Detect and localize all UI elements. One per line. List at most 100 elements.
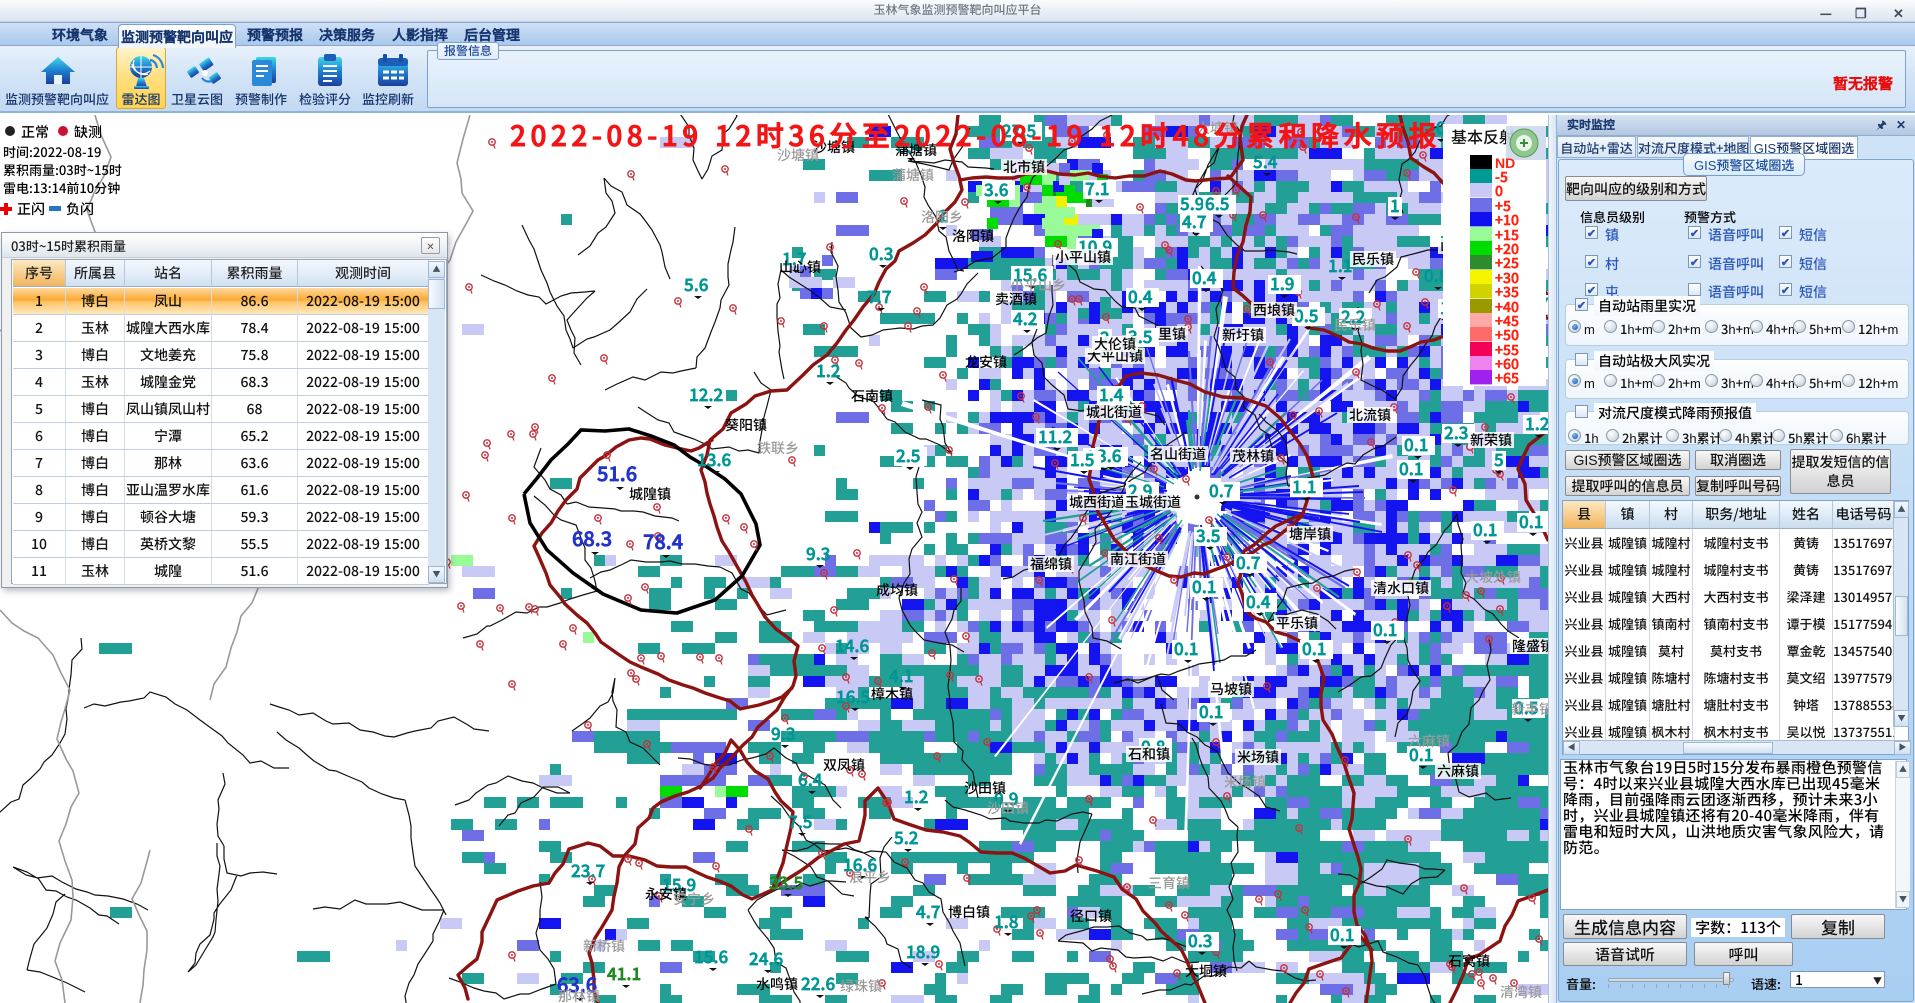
svg-text:浪平乡: 浪平乡 <box>849 867 891 887</box>
svg-text:时间:2022-08-19: 时间:2022-08-19 <box>3 142 101 161</box>
svg-text:米场镇: 米场镇 <box>1224 772 1266 792</box>
svg-text:9.3: 9.3 <box>806 540 831 565</box>
svg-text:新圩镇: 新圩镇 <box>1222 325 1264 345</box>
svg-text:0.1: 0.1 <box>1473 516 1497 541</box>
svg-text:沙田镇: 沙田镇 <box>987 798 1029 818</box>
svg-text:9.3: 9.3 <box>771 720 796 745</box>
svg-text:16.5: 16.5 <box>836 683 870 708</box>
svg-text:1.1: 1.1 <box>1292 473 1316 498</box>
svg-text:樟木镇: 樟木镇 <box>871 684 913 704</box>
svg-text:新桥镇: 新桥镇 <box>583 936 625 956</box>
svg-text:13.6: 13.6 <box>697 446 731 471</box>
svg-text:0.1: 0.1 <box>1199 698 1223 723</box>
svg-text:0.1: 0.1 <box>1373 616 1397 641</box>
svg-text:六麻镇: 六麻镇 <box>1408 731 1450 751</box>
svg-text:小平山镇: 小平山镇 <box>1055 247 1111 267</box>
svg-text:1.9: 1.9 <box>1270 270 1295 295</box>
svg-text:12.2: 12.2 <box>689 381 723 406</box>
svg-text:0.4: 0.4 <box>1128 283 1153 308</box>
svg-text:六麻镇: 六麻镇 <box>1437 761 1479 781</box>
svg-text:累积雨量:03时~15时: 累积雨量:03时~15时 <box>3 160 122 179</box>
svg-text:沙田镇: 沙田镇 <box>964 778 1006 798</box>
svg-text:大垌镇: 大垌镇 <box>1185 961 1227 981</box>
svg-text:博白镇: 博白镇 <box>948 902 990 922</box>
svg-text:成均镇: 成均镇 <box>876 580 918 600</box>
svg-text:大伦镇: 大伦镇 <box>1094 334 1136 354</box>
svg-text:4.7: 4.7 <box>1182 208 1207 233</box>
svg-text:68.3: 68.3 <box>572 523 612 552</box>
svg-text:径口镇: 径口镇 <box>1070 906 1112 926</box>
svg-text:隆盛镇: 隆盛镇 <box>1512 636 1548 656</box>
svg-text:0.4: 0.4 <box>1246 588 1271 613</box>
svg-text:福绵镇: 福绵镇 <box>1030 554 1072 574</box>
svg-text:西埌镇: 西埌镇 <box>1253 300 1295 320</box>
svg-text:塘岸镇: 塘岸镇 <box>1289 524 1331 544</box>
svg-text:15.6: 15.6 <box>694 943 728 968</box>
svg-text:新荣镇: 新荣镇 <box>1470 430 1512 450</box>
svg-text:铁联乡: 铁联乡 <box>757 438 799 458</box>
svg-text:78.4: 78.4 <box>643 526 684 555</box>
svg-text:0.1: 0.1 <box>1302 635 1326 660</box>
svg-text:6.5: 6.5 <box>1205 190 1230 215</box>
svg-text:7.1: 7.1 <box>1085 175 1109 200</box>
svg-text:城隍镇: 城隍镇 <box>629 484 671 504</box>
svg-text:0.5: 0.5 <box>1294 302 1319 327</box>
svg-text:41.1: 41.1 <box>607 960 641 985</box>
svg-text:23.7: 23.7 <box>571 857 605 882</box>
svg-text:葵阳镇: 葵阳镇 <box>725 415 767 435</box>
svg-text:雷电:13:14前10分钟: 雷电:13:14前10分钟 <box>3 178 120 197</box>
svg-text:0.3: 0.3 <box>1188 927 1213 952</box>
svg-text:2.3: 2.3 <box>1444 419 1469 444</box>
svg-text:清水口镇: 清水口镇 <box>1373 578 1429 598</box>
svg-text:负闪: 负闪 <box>66 199 94 219</box>
svg-text:新丰镇: 新丰镇 <box>1511 699 1548 719</box>
svg-text:安宁乡: 安宁乡 <box>673 889 715 909</box>
svg-text:里镇: 里镇 <box>1158 324 1186 344</box>
svg-text:洛阳乡: 洛阳乡 <box>921 207 963 227</box>
svg-text:2022-08-19 12时36分至2022-08-19 1: 2022-08-19 12时36分至2022-08-19 12时48分累积降水预… <box>510 115 1441 155</box>
svg-text:0.1: 0.1 <box>1192 573 1216 598</box>
svg-text:0.1: 0.1 <box>1399 455 1423 480</box>
svg-text:绿珠镇: 绿珠镇 <box>840 976 882 996</box>
svg-text:那林镇: 那林镇 <box>558 986 600 1003</box>
svg-text:南江街道: 南江街道 <box>1110 549 1166 569</box>
svg-text:1.2: 1.2 <box>816 357 841 382</box>
svg-text:0.7: 0.7 <box>1209 477 1234 502</box>
svg-text:6.4: 6.4 <box>798 766 823 791</box>
svg-text:石窝镇: 石窝镇 <box>1448 951 1490 971</box>
svg-text:3.6: 3.6 <box>984 176 1009 201</box>
svg-text:水鸣镇: 水鸣镇 <box>756 974 798 994</box>
svg-text:大坡外镇: 大坡外镇 <box>1465 567 1521 587</box>
svg-text:4.7: 4.7 <box>916 898 941 923</box>
svg-text:51.6: 51.6 <box>597 458 637 487</box>
svg-text:茂林镇: 茂林镇 <box>1232 446 1274 466</box>
svg-text:7.7: 7.7 <box>867 283 892 308</box>
svg-text:米场镇: 米场镇 <box>1237 747 1279 767</box>
svg-text:0.7: 0.7 <box>1236 549 1261 574</box>
svg-text:1: 1 <box>1390 192 1400 217</box>
svg-text:石和镇: 石和镇 <box>1128 744 1170 764</box>
svg-text:2.5: 2.5 <box>896 442 921 467</box>
svg-text:14.6: 14.6 <box>835 632 869 657</box>
svg-text:山心镇: 山心镇 <box>779 257 821 277</box>
svg-text:5.6: 5.6 <box>684 271 709 296</box>
svg-text:龙安镇: 龙安镇 <box>965 352 1007 372</box>
svg-text:北市镇: 北市镇 <box>1003 157 1045 177</box>
svg-text:名山街道: 名山街道 <box>1150 444 1206 464</box>
svg-text:0.1: 0.1 <box>1404 431 1428 456</box>
svg-text:1.5: 1.5 <box>1070 446 1095 471</box>
svg-text:民乐镇: 民乐镇 <box>1352 249 1394 269</box>
svg-text:平乐镇: 平乐镇 <box>1276 613 1318 633</box>
svg-text:正闪: 正闪 <box>17 199 45 219</box>
svg-text:0.1: 0.1 <box>1174 635 1198 660</box>
svg-text:马坡镇: 马坡镇 <box>1210 679 1252 699</box>
svg-text:三育镇: 三育镇 <box>1148 873 1190 893</box>
svg-text:22.6: 22.6 <box>801 970 835 995</box>
svg-text:卖酒镇: 卖酒镇 <box>995 289 1037 309</box>
svg-text:蒲塘镇: 蒲塘镇 <box>892 165 934 185</box>
svg-text:+65: +65 <box>1495 368 1519 388</box>
svg-text:0.4: 0.4 <box>1192 264 1217 289</box>
svg-text:7.5: 7.5 <box>788 808 813 833</box>
svg-text:北流镇: 北流镇 <box>1349 405 1391 425</box>
svg-text:双凤镇: 双凤镇 <box>823 755 865 775</box>
